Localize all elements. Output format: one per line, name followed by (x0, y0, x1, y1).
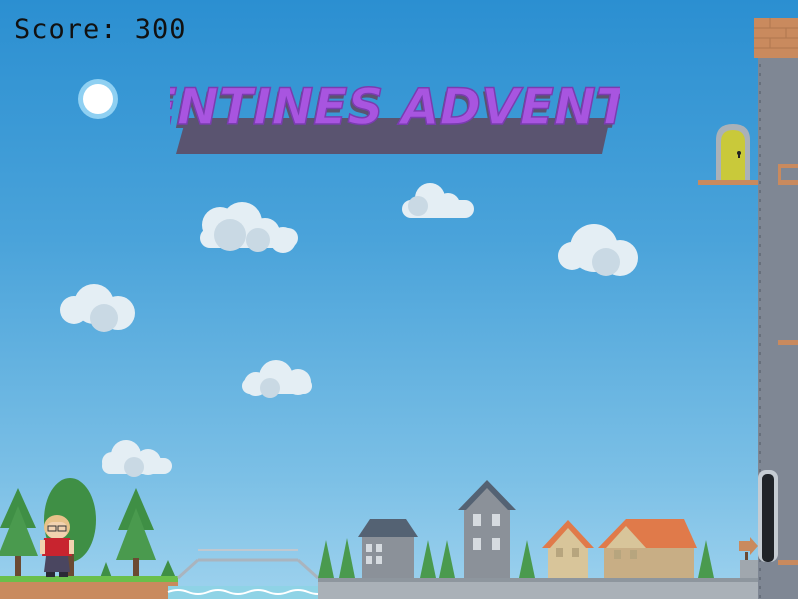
cloud-icon (60, 183, 638, 477)
score-label: Score: 300 (14, 14, 187, 45)
town-buildings (318, 480, 758, 599)
sun-icon (78, 79, 118, 119)
game-scene[interactable]: VALENTINES ADVENTURE VALENTINES ADVENTUR… (0, 0, 798, 599)
player-character[interactable] (40, 515, 74, 577)
game-title: VALENTINES ADVENTURE VALENTINES ADVENTUR… (170, 78, 620, 154)
tree-group-left (0, 478, 176, 578)
arrow-sign-icon (739, 537, 758, 560)
bridge (167, 549, 329, 599)
game-title-text: VALENTINES ADVENTURE (170, 78, 620, 136)
tower (698, 18, 798, 599)
door-icon (716, 124, 750, 180)
